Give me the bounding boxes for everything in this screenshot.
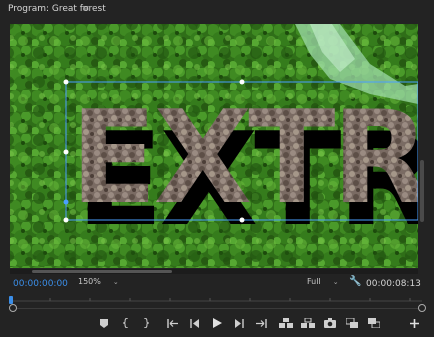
lift-icon[interactable] bbox=[278, 316, 294, 330]
zoom-scroll-left-handle[interactable] bbox=[9, 304, 17, 312]
comparison-view-icon[interactable] bbox=[344, 316, 360, 330]
svg-text:EXTR: EXTR bbox=[70, 84, 418, 233]
hamburger-menu-icon[interactable]: ≡ bbox=[82, 4, 90, 14]
export-frame-icon[interactable] bbox=[322, 316, 338, 330]
settings-wrench-icon[interactable]: 🔧 bbox=[349, 276, 361, 287]
vertical-scrollbar[interactable] bbox=[420, 160, 424, 222]
transport-controls bbox=[0, 316, 434, 332]
zoom-level-value: 150% bbox=[78, 277, 101, 286]
horizontal-scrollbar[interactable] bbox=[10, 269, 418, 274]
add-button-icon[interactable] bbox=[406, 316, 422, 330]
current-timecode[interactable]: 00:00:00:00 bbox=[13, 279, 68, 289]
step-back-icon[interactable] bbox=[187, 316, 203, 330]
go-to-in-icon[interactable] bbox=[165, 316, 181, 330]
play-icon[interactable] bbox=[209, 316, 225, 330]
zoom-level-select[interactable]: 150% ⌄ bbox=[78, 277, 119, 289]
chevron-down-icon: ⌄ bbox=[332, 278, 339, 286]
mark-in-icon[interactable] bbox=[118, 316, 134, 330]
playback-resolution-select[interactable]: Full ⌄ bbox=[307, 277, 339, 289]
resolution-value: Full bbox=[307, 277, 321, 286]
forest-video-frame: EXTR EXTR bbox=[10, 24, 418, 268]
stone-title-text: EXTR bbox=[70, 84, 418, 233]
panel-title[interactable]: Program: Great forest bbox=[8, 4, 106, 14]
mark-out-icon[interactable] bbox=[138, 316, 154, 330]
panel-header: Program: Great forest ≡ bbox=[0, 0, 434, 20]
time-ruler[interactable] bbox=[10, 293, 422, 302]
toggle-proxies-icon[interactable] bbox=[366, 316, 382, 330]
extract-icon[interactable] bbox=[300, 316, 316, 330]
duration-timecode: 00:00:08:13 bbox=[366, 279, 421, 289]
zoom-scroll-track bbox=[12, 308, 422, 309]
zoom-scroll-right-handle[interactable] bbox=[418, 304, 426, 312]
step-forward-icon[interactable] bbox=[231, 316, 247, 330]
go-to-out-icon[interactable] bbox=[253, 316, 269, 330]
add-marker-icon[interactable] bbox=[96, 316, 112, 330]
chevron-down-icon: ⌄ bbox=[112, 278, 119, 286]
program-monitor-view[interactable]: EXTR EXTR bbox=[10, 24, 418, 268]
playhead[interactable] bbox=[9, 296, 13, 304]
scrollbar-thumb[interactable] bbox=[32, 270, 172, 273]
